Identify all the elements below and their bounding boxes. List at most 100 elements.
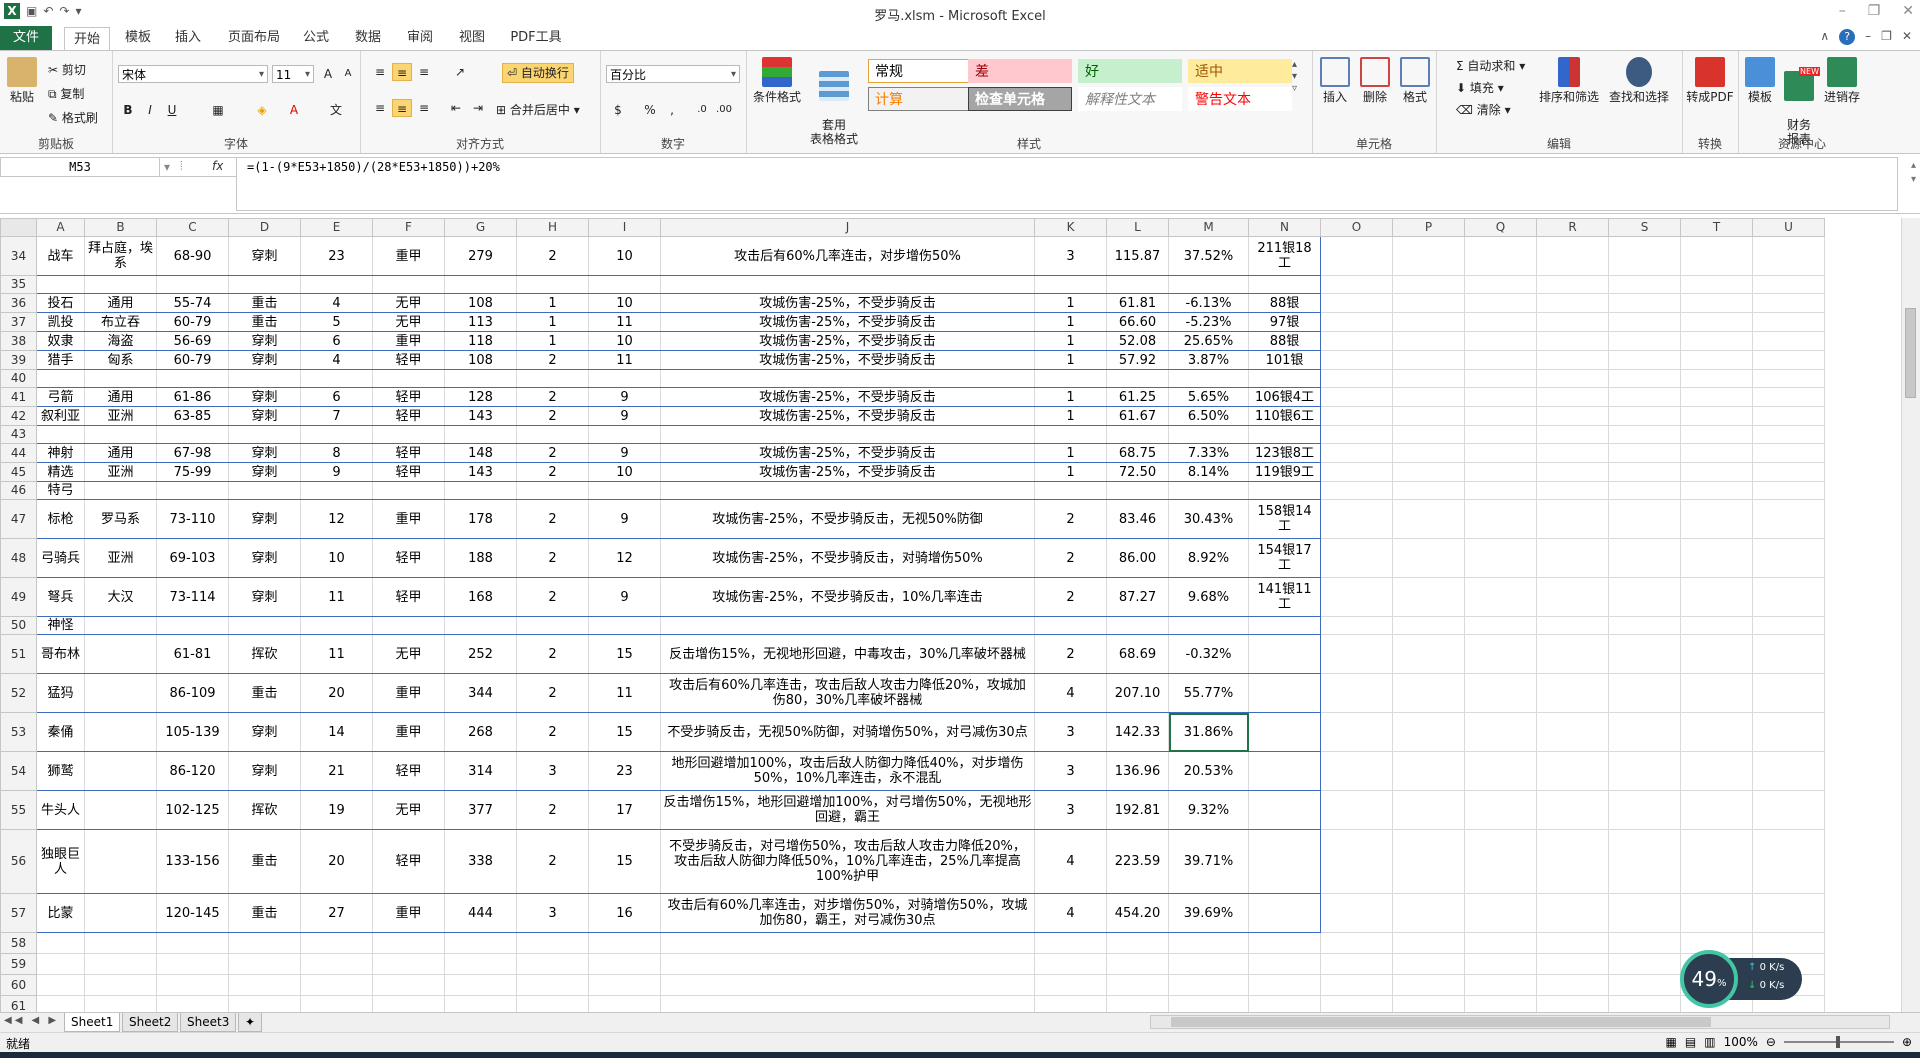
- cell-E38[interactable]: 6: [300, 331, 373, 351]
- cell-A46[interactable]: 特弓: [36, 481, 85, 500]
- cell-N50[interactable]: [1248, 616, 1321, 635]
- cell-N59[interactable]: [1248, 953, 1321, 975]
- cell-U55[interactable]: [1752, 790, 1825, 830]
- cell-R59[interactable]: [1536, 953, 1609, 975]
- cell-I52[interactable]: 11: [588, 673, 661, 713]
- cell-A45[interactable]: 精选: [36, 462, 85, 482]
- cell-E43[interactable]: [300, 425, 373, 444]
- cell-N56[interactable]: [1248, 829, 1321, 894]
- cell-U36[interactable]: [1752, 293, 1825, 313]
- cell-R55[interactable]: [1536, 790, 1609, 830]
- cell-B41[interactable]: 通用: [84, 387, 157, 407]
- cell-B37[interactable]: 布立吞: [84, 312, 157, 332]
- column-header[interactable]: P: [1392, 218, 1465, 237]
- cell-N48[interactable]: 154银17工: [1248, 538, 1321, 578]
- cell-O47[interactable]: [1320, 499, 1393, 539]
- cell-B42[interactable]: 亚洲: [84, 406, 157, 426]
- cell-M34[interactable]: 37.52%: [1168, 236, 1249, 276]
- cell-H50[interactable]: [516, 616, 589, 635]
- cell-A59[interactable]: [36, 953, 85, 975]
- cell-C47[interactable]: 73-110: [156, 499, 229, 539]
- cell-G46[interactable]: [444, 481, 517, 500]
- cell-G53[interactable]: 268: [444, 712, 517, 752]
- cell-K44[interactable]: 1: [1034, 443, 1107, 463]
- cell-style-3[interactable]: 好: [1078, 59, 1182, 83]
- column-header[interactable]: O: [1320, 218, 1393, 237]
- row-header[interactable]: 52: [0, 673, 37, 713]
- cell-A56[interactable]: 独眼巨人: [36, 829, 85, 894]
- cell-G54[interactable]: 314: [444, 751, 517, 791]
- cell-O53[interactable]: [1320, 712, 1393, 752]
- cell-B57[interactable]: [84, 893, 157, 933]
- cell-M44[interactable]: 7.33%: [1168, 443, 1249, 463]
- cell-A42[interactable]: 叙利亚: [36, 406, 85, 426]
- cell-I40[interactable]: [588, 369, 661, 388]
- cell-B56[interactable]: [84, 829, 157, 894]
- cell-G52[interactable]: 344: [444, 673, 517, 713]
- cell-L47[interactable]: 83.46: [1106, 499, 1169, 539]
- cell-I34[interactable]: 10: [588, 236, 661, 276]
- cell-O56[interactable]: [1320, 829, 1393, 894]
- cell-N52[interactable]: [1248, 673, 1321, 713]
- cell-R51[interactable]: [1536, 634, 1609, 674]
- cell-E39[interactable]: 4: [300, 350, 373, 370]
- cell-K55[interactable]: 3: [1034, 790, 1107, 830]
- cell-S57[interactable]: [1608, 893, 1681, 933]
- cell-A35[interactable]: [36, 275, 85, 294]
- cell-N42[interactable]: 110银6工: [1248, 406, 1321, 426]
- cell-A36[interactable]: 投石: [36, 293, 85, 313]
- cell-C60[interactable]: [156, 974, 229, 996]
- cell-P59[interactable]: [1392, 953, 1465, 975]
- cell-I47[interactable]: 9: [588, 499, 661, 539]
- cell-B49[interactable]: 大汉: [84, 577, 157, 617]
- cell-I54[interactable]: 23: [588, 751, 661, 791]
- column-header[interactable]: F: [372, 218, 445, 237]
- cell-T47[interactable]: [1680, 499, 1753, 539]
- cell-C52[interactable]: 86-109: [156, 673, 229, 713]
- cell-P37[interactable]: [1392, 312, 1465, 332]
- column-header[interactable]: M: [1168, 218, 1249, 237]
- customize-qat-icon[interactable]: ▾: [75, 4, 81, 18]
- cell-H59[interactable]: [516, 953, 589, 975]
- cell-G48[interactable]: 188: [444, 538, 517, 578]
- find-select-button[interactable]: 查找和选择: [1606, 57, 1672, 104]
- cell-P38[interactable]: [1392, 331, 1465, 351]
- cell-T39[interactable]: [1680, 350, 1753, 370]
- cell-K34[interactable]: 3: [1034, 236, 1107, 276]
- cell-G42[interactable]: 143: [444, 406, 517, 426]
- namebox-dropdown-icon[interactable]: ▾: [164, 160, 170, 174]
- cell-F56[interactable]: 轻甲: [372, 829, 445, 894]
- cell-C59[interactable]: [156, 953, 229, 975]
- cell-P35[interactable]: [1392, 275, 1465, 294]
- cell-A55[interactable]: 牛头人: [36, 790, 85, 830]
- cell-J59[interactable]: [660, 953, 1035, 975]
- restore-icon[interactable]: ❐: [1868, 3, 1881, 19]
- cell-B58[interactable]: [84, 932, 157, 954]
- cell-P46[interactable]: [1392, 481, 1465, 500]
- cell-J52[interactable]: 攻击后有60%几率连击，攻击后敌人攻击力降低20%，攻城加伤80，30%几率破坏…: [660, 673, 1035, 713]
- cell-T49[interactable]: [1680, 577, 1753, 617]
- cell-H39[interactable]: 2: [516, 350, 589, 370]
- cell-B46[interactable]: [84, 481, 157, 500]
- merge-center-button[interactable]: ⊞ 合并后居中 ▾: [496, 101, 580, 118]
- paste-button[interactable]: 粘贴: [6, 57, 38, 104]
- align-middle-icon[interactable]: ≡: [392, 63, 412, 81]
- cell-U54[interactable]: [1752, 751, 1825, 791]
- cell-K60[interactable]: [1034, 974, 1107, 996]
- sheet-tab-1[interactable]: Sheet1: [64, 1013, 121, 1032]
- cell-D39[interactable]: 穿刺: [228, 350, 301, 370]
- template-button[interactable]: 模板: [1742, 57, 1778, 104]
- cell-Q34[interactable]: [1464, 236, 1537, 276]
- cell-G56[interactable]: 338: [444, 829, 517, 894]
- cell-F46[interactable]: [372, 481, 445, 500]
- cell-N34[interactable]: 211银18工: [1248, 236, 1321, 276]
- cell-M56[interactable]: 39.71%: [1168, 829, 1249, 894]
- cell-P49[interactable]: [1392, 577, 1465, 617]
- cell-G51[interactable]: 252: [444, 634, 517, 674]
- cell-O58[interactable]: [1320, 932, 1393, 954]
- tab-home[interactable]: 开始: [64, 27, 110, 51]
- cell-Q56[interactable]: [1464, 829, 1537, 894]
- cell-C46[interactable]: [156, 481, 229, 500]
- cell-G40[interactable]: [444, 369, 517, 388]
- cell-Q46[interactable]: [1464, 481, 1537, 500]
